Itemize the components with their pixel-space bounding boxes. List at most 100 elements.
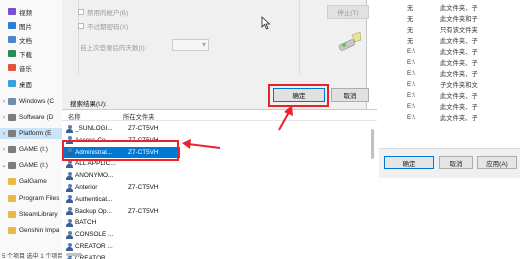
cancel-button[interactable]: 取消 <box>331 88 369 102</box>
result-name: CREATOR ... <box>75 254 113 259</box>
user-icon <box>66 195 73 204</box>
result-row[interactable]: CREATOR ... <box>62 241 180 252</box>
navigation-pane: 视频 图片 文档 下载 音乐 桌面 › Windows (C › Software (D › Plat… <box>0 0 62 259</box>
permission-entries-list: 无此文件夹、子无此文件夹和子无只有该文件夹无此文件夹、子 E:\ 此文件夹、子 E:\… <box>379 0 520 150</box>
sidebar-item[interactable]: 桌面 <box>0 78 62 89</box>
stop-button[interactable]: 停止(T) <box>327 5 369 19</box>
permission-entry-row[interactable]: E:\ 此文件夹、子 <box>379 68 520 79</box>
sidebar-item[interactable]: › GAME (I:) <box>0 144 62 155</box>
scrollbar-thumb[interactable] <box>371 129 374 159</box>
sidebar-item[interactable]: › Software (D <box>0 112 62 123</box>
inherited-from-cell: 无 <box>407 5 414 12</box>
horizontal-scrollbar-thumb[interactable] <box>66 253 82 256</box>
result-name: BATCH <box>75 219 97 227</box>
result-row[interactable]: CONSOLE ... <box>62 229 180 240</box>
sidebar-item[interactable]: ⌄ GAME (I:) <box>0 160 62 171</box>
drive-icon <box>8 146 16 153</box>
search-results-label: 搜索结果(U): <box>70 101 107 108</box>
inherited-from-cell: E:\ <box>407 48 415 55</box>
drive-icon <box>8 114 16 121</box>
result-row[interactable]: Authenticat... <box>62 194 180 205</box>
folder-icon <box>8 227 16 234</box>
applies-to-cell: 只有该文件夹 <box>440 27 478 34</box>
inherited-from-cell: E:\ <box>407 92 415 99</box>
result-name: Backup Op... <box>75 207 112 215</box>
permission-entry-row[interactable]: 无 此文件夹、子 <box>379 2 520 13</box>
sidebar-item-label: 文档 <box>19 37 32 45</box>
sidebar-item-label: Platform (E <box>19 130 52 137</box>
library-folder-icon <box>8 50 16 57</box>
library-folder-icon <box>8 80 16 87</box>
permission-entry-row[interactable]: E:\ 此文件夹、子 <box>379 101 520 112</box>
checkbox-box <box>78 9 84 15</box>
user-icon <box>66 218 73 227</box>
sidebar-item-label: SteamLibrary <box>19 211 58 218</box>
sidebar-item[interactable]: 视频 <box>0 6 62 17</box>
never-expire-checkbox[interactable]: 不过期密码(X) <box>78 21 128 31</box>
permission-entry-row[interactable]: 无 只有该文件夹 <box>379 24 520 35</box>
column-header-folder[interactable]: 所在文件夹 <box>123 112 154 121</box>
inherited-from-cell: 无 <box>407 27 414 34</box>
expand-chevron-icon[interactable]: › <box>0 115 8 121</box>
sidebar-item[interactable]: › Platform (E <box>0 128 62 139</box>
permission-entry-row[interactable]: 无 此文件夹和子 <box>379 13 520 24</box>
result-name: _SUNLOGI... <box>75 125 113 132</box>
expand-chevron-icon[interactable]: › <box>0 99 8 105</box>
search-flashlight-icon <box>338 31 362 51</box>
sidebar-item[interactable]: Program Files <box>0 193 62 204</box>
library-folder-icon <box>8 22 16 29</box>
expand-chevron-icon[interactable]: › <box>0 147 8 153</box>
sidebar-item[interactable]: SteamLibrary <box>0 209 62 220</box>
days-since-logon-select[interactable] <box>172 39 209 51</box>
permission-entry-row[interactable]: 无 此文件夹、子 <box>379 35 520 46</box>
expand-chevron-icon[interactable]: ⌄ <box>0 162 8 169</box>
permission-entry-row[interactable]: E:\ 子文件夹和文 <box>379 79 520 90</box>
sidebar-item-label: GalGame <box>19 178 47 185</box>
result-folder: Z7-CT5VH <box>128 184 159 191</box>
outer-ok-button[interactable]: 确定 <box>384 156 434 169</box>
applies-to-cell: 此文件夹、子 <box>440 93 478 100</box>
results-scrollbar[interactable] <box>370 121 375 259</box>
result-name: ALL APPLIC... <box>75 160 116 168</box>
sidebar-item[interactable]: › Windows (C <box>0 96 62 107</box>
sidebar-item[interactable]: Genshin Impa <box>0 225 62 236</box>
result-name: CONSOLE ... <box>75 231 114 239</box>
result-row[interactable]: Anterior Z7-CT5VH <box>62 182 180 193</box>
permission-entry-row[interactable]: E:\ 此文件夹、子 <box>379 57 520 68</box>
result-row[interactable]: BATCH <box>62 217 180 228</box>
sidebar-item-label: Windows (C <box>19 98 55 105</box>
applies-to-cell: 此文件夹和子 <box>440 16 478 23</box>
expand-chevron-icon[interactable]: › <box>0 131 8 137</box>
outer-cancel-button[interactable]: 取消 <box>439 156 473 169</box>
disabled-accounts-checkbox[interactable]: 禁用的帐户(B) <box>78 7 128 17</box>
library-folder-icon <box>8 36 16 43</box>
disabled-accounts-label: 禁用的帐户(B) <box>87 10 129 17</box>
sidebar-item-label: 图片 <box>19 23 32 31</box>
sidebar-item[interactable]: 文档 <box>0 34 62 45</box>
permission-entry-row[interactable]: E:\ 此文件夹、子 <box>379 90 520 101</box>
result-row[interactable]: ANONYMO... <box>62 170 180 181</box>
result-name: Authenticat... <box>75 195 113 203</box>
result-folder: Z7-CT5VH <box>128 207 159 215</box>
sidebar-item-label: GAME (I:) <box>19 162 48 169</box>
checkbox-box <box>78 23 84 29</box>
applies-to-cell: 此文件夹、子 <box>440 60 478 67</box>
result-row[interactable]: Backup Op... Z7-CT5VH <box>62 206 180 217</box>
applies-to-cell: 子文件夹和文 <box>440 82 478 89</box>
result-name: Anterior <box>75 184 98 191</box>
permission-entry-row[interactable]: E:\ 此文件夹、子 <box>379 112 520 123</box>
library-folder-icon <box>8 64 16 71</box>
column-header-name[interactable]: 名称 <box>68 112 81 121</box>
user-icon <box>66 183 73 192</box>
sidebar-item[interactable]: 图片 <box>0 20 62 31</box>
outer-apply-button[interactable]: 应用(A) <box>477 156 517 169</box>
result-folder: Z7-CT5VH <box>128 125 159 132</box>
permission-entry-row[interactable]: E:\ 此文件夹、子 <box>379 46 520 57</box>
sidebar-item[interactable]: GalGame <box>0 176 62 187</box>
search-results-list[interactable]: 名称 所在文件夹 _SUNLOGI... Z7-CT5VH Access Co...… <box>62 109 377 259</box>
applies-to-cell: 此文件夹、子 <box>440 71 478 78</box>
sidebar-item[interactable]: 下载 <box>0 48 62 59</box>
folder-icon <box>8 211 16 218</box>
result-row[interactable]: _SUNLOGI... Z7-CT5VH <box>62 123 180 134</box>
sidebar-item[interactable]: 音乐 <box>0 62 62 73</box>
